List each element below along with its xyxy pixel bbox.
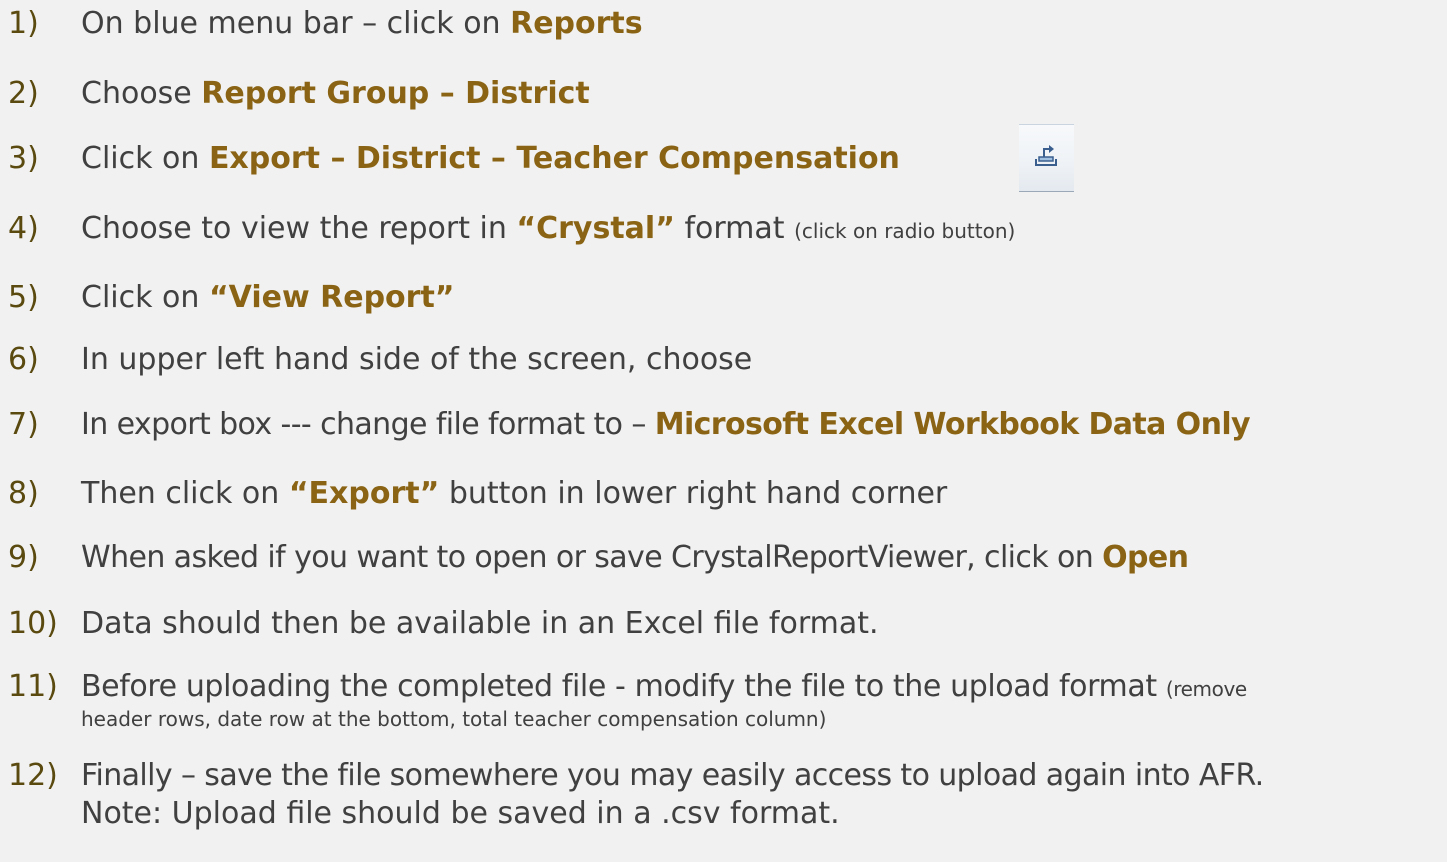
step-text-wrap: Choose to view the report in “Crystal” f… xyxy=(81,210,1015,250)
export-icon-glyph xyxy=(1035,145,1057,166)
step-number: 9) xyxy=(8,540,39,575)
export-icon xyxy=(1019,124,1074,192)
step-text-wrap: In upper left hand side of the screen, c… xyxy=(81,341,752,379)
step-highlight: Reports xyxy=(510,6,643,41)
step-text: Click on xyxy=(81,280,209,315)
step-text: Choose xyxy=(81,76,202,111)
step-text-wrap: When asked if you want to open or save C… xyxy=(81,539,1189,577)
step-text-continued: Note: Upload file should be saved in a .… xyxy=(81,796,840,831)
step-note: (remove xyxy=(1165,677,1247,701)
step-text-after: button in lower right hand corner xyxy=(439,476,948,511)
step-text-wrap: Finally – save the file somewhere you ma… xyxy=(81,757,1264,795)
step-text-wrap: Choose Report Group – District xyxy=(81,75,590,113)
step-number: 11) xyxy=(8,669,58,704)
step-number: 12) xyxy=(8,758,58,793)
step-text-wrap: In export box --- change file format to … xyxy=(81,406,1251,444)
step-text: On blue menu bar – click on xyxy=(81,6,511,41)
step-text: Choose to view the report in xyxy=(81,211,517,246)
step-number: 3) xyxy=(8,141,39,176)
step-number: 4) xyxy=(8,211,39,246)
step-number: 2) xyxy=(8,76,39,111)
step-text: When asked if you want to open or save C… xyxy=(81,540,1103,575)
step-highlight: “Export” xyxy=(288,476,440,511)
step-text: In upper left hand side of the screen, c… xyxy=(81,342,753,377)
step-number: 8) xyxy=(8,476,39,511)
step-text-wrap: Click on Export – District – Teacher Com… xyxy=(81,140,900,178)
step-text-after: format xyxy=(674,211,795,246)
step-note: (click on radio button) xyxy=(794,219,1016,243)
step-highlight: Export – District – Teacher Compensation xyxy=(208,141,900,176)
step-text-wrap: Click on “View Report” xyxy=(81,279,455,317)
step-text: Before uploading the completed file - mo… xyxy=(81,669,1166,704)
step-highlight: Microsoft Excel Workbook Data Only xyxy=(654,407,1251,442)
step-highlight: “Crystal” xyxy=(516,211,675,246)
step-number: 10) xyxy=(8,606,58,641)
step-text: Data should then be available in an Exce… xyxy=(81,606,879,641)
step-highlight: “View Report” xyxy=(208,280,455,315)
step-text-wrap: Then click on “Export” button in lower r… xyxy=(81,475,947,513)
step-highlight: Report Group – District xyxy=(201,76,590,111)
step-number: 6) xyxy=(8,342,39,377)
step-number: 1) xyxy=(8,6,39,41)
step-number: 5) xyxy=(8,280,39,315)
step-text: Finally – save the file somewhere you ma… xyxy=(81,758,1264,793)
step-text-wrap: Data should then be available in an Exce… xyxy=(81,605,879,643)
step-note-continued: header rows, date row at the bottom, tot… xyxy=(81,707,827,731)
step-text: In export box --- change file format to … xyxy=(81,407,655,442)
step-highlight: Open xyxy=(1102,540,1189,575)
step-number: 7) xyxy=(8,407,39,442)
instruction-list: 1) On blue menu bar – click on Reports 2… xyxy=(0,0,1447,862)
step-text: Click on xyxy=(81,141,209,176)
step-text: Then click on xyxy=(81,476,289,511)
step-text-wrap: On blue menu bar – click on Reports xyxy=(81,5,643,43)
